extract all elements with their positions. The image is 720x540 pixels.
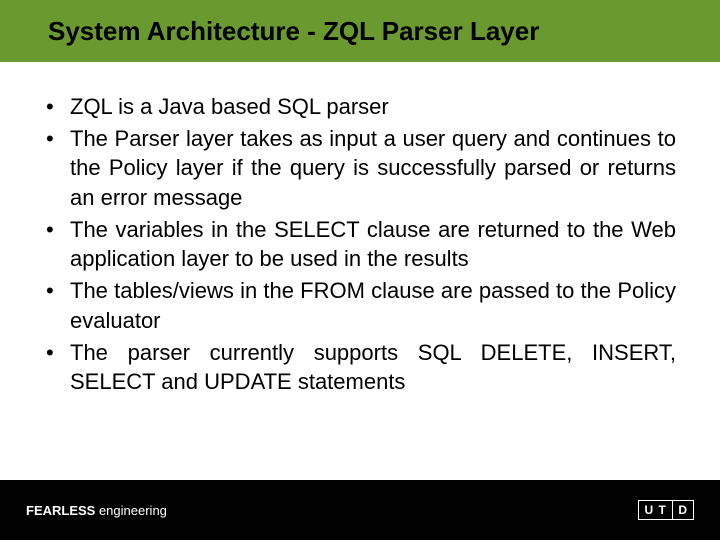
list-item: The tables/views in the FROM clause are … — [44, 276, 676, 335]
logo-right: D — [673, 501, 693, 519]
list-item: The variables in the SELECT clause are r… — [44, 215, 676, 274]
list-item: ZQL is a Java based SQL parser — [44, 92, 676, 122]
content-area: ZQL is a Java based SQL parser The Parse… — [0, 62, 720, 480]
footer-text: FEARLESS engineering — [26, 503, 167, 518]
slide-title: System Architecture - ZQL Parser Layer — [48, 16, 539, 47]
footer-bold: FEARLESS — [26, 503, 95, 518]
utd-logo: U T D — [638, 500, 694, 520]
footer-rest: engineering — [95, 503, 167, 518]
title-bar: System Architecture - ZQL Parser Layer — [0, 0, 720, 62]
footer: FEARLESS engineering U T D — [0, 480, 720, 540]
bullet-list: ZQL is a Java based SQL parser The Parse… — [44, 92, 676, 397]
list-item: The parser currently supports SQL DELETE… — [44, 338, 676, 397]
logo-left: U T — [639, 501, 671, 519]
list-item: The Parser layer takes as input a user q… — [44, 124, 676, 213]
